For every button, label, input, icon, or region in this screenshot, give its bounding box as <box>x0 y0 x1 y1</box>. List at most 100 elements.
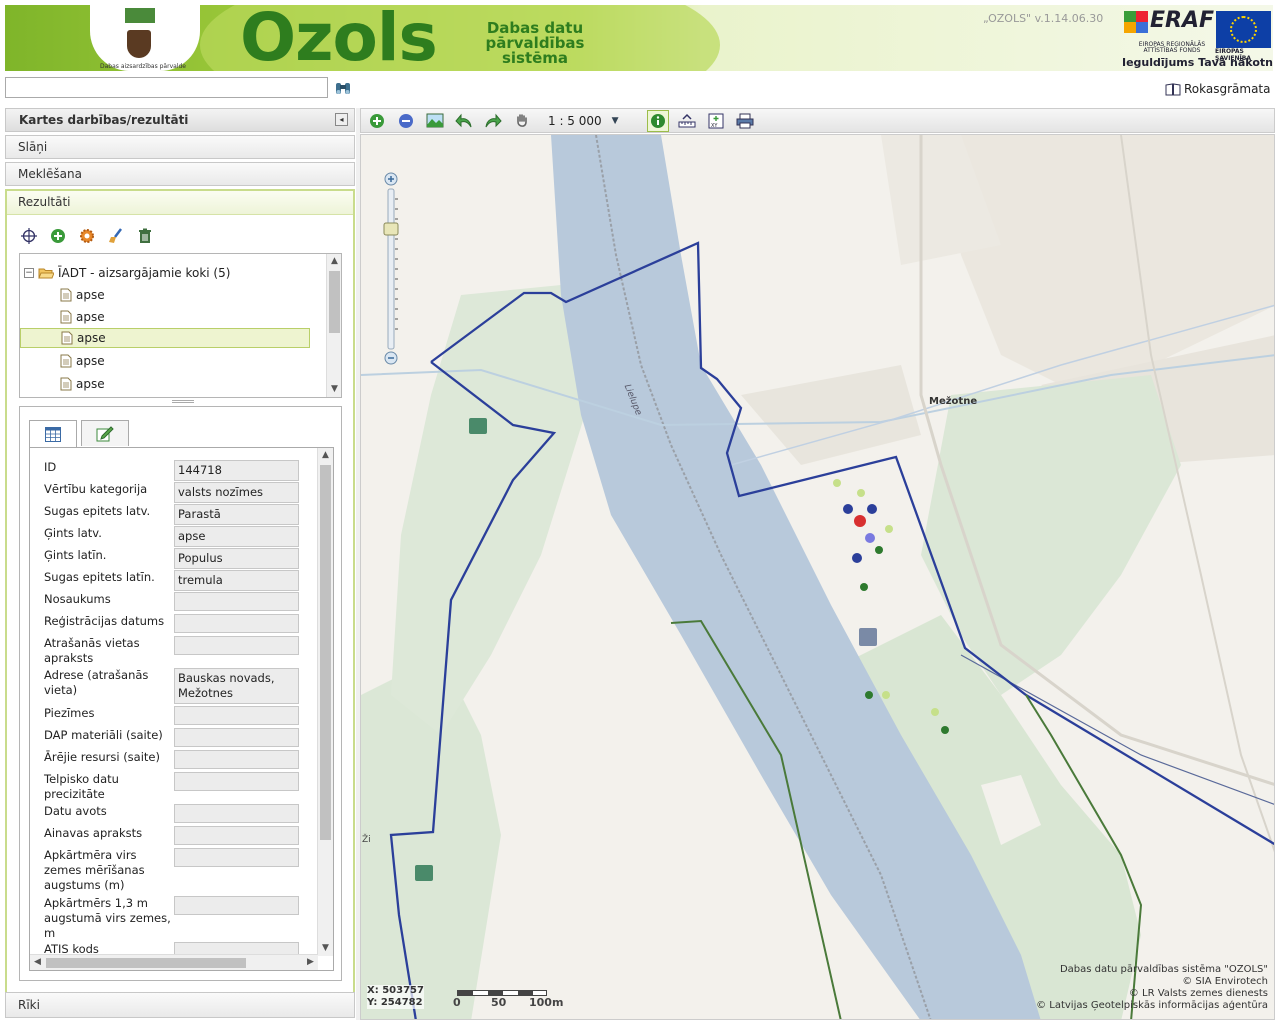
attribute-label: Sugas epitets latīn. <box>44 570 155 584</box>
attribute-label: Ģints latv. <box>44 526 102 540</box>
attribute-value[interactable] <box>174 848 299 867</box>
map-graphics <box>361 135 1274 1019</box>
binoculars-search-icon[interactable] <box>334 79 352 97</box>
table-icon <box>45 426 61 442</box>
credit-line: © SIA Envirotech <box>1182 976 1268 987</box>
section-tools[interactable]: Rīki <box>5 992 355 1018</box>
tree-item[interactable]: apse <box>60 307 307 327</box>
coord-y: Y: 254782 <box>367 997 423 1008</box>
collapse-panel-button[interactable]: ◂ <box>335 113 348 126</box>
document-icon <box>60 288 72 302</box>
attribute-label: Vērtību kategorija <box>44 482 148 496</box>
attribute-value[interactable] <box>174 728 299 747</box>
header-banner: Dabas aizsardzības pārvalde Ozols Dabas … <box>5 5 1273 71</box>
attribute-value[interactable] <box>174 750 299 769</box>
attribute-value[interactable]: tremula <box>174 570 299 591</box>
tree-group[interactable]: − ĪADT - aizsargājamie koki (5) <box>24 263 230 283</box>
tab-edit[interactable] <box>81 420 129 446</box>
attributes-hscrollbar[interactable]: ◀ ▶ <box>30 954 318 970</box>
attribute-label: Sugas epitets latv. <box>44 504 151 518</box>
map-credits: Dabas datu pārvaldības sistēma "OZOLS" ©… <box>1036 964 1268 1012</box>
document-icon <box>61 331 73 345</box>
pane-resize-handle[interactable] <box>172 400 194 403</box>
attribute-value[interactable] <box>174 826 299 845</box>
add-icon[interactable] <box>48 226 68 246</box>
tab-attributes[interactable] <box>29 420 77 447</box>
section-layers[interactable]: Slāņi <box>5 135 355 159</box>
scroll-thumb[interactable] <box>320 465 331 840</box>
info-icon[interactable] <box>646 109 669 132</box>
search-input[interactable] <box>5 77 328 98</box>
full-extent-icon[interactable] <box>424 110 446 132</box>
detail-tabs <box>29 420 129 447</box>
attribute-value[interactable]: Populus <box>174 548 299 569</box>
attribute-label: DAP materiāli (saite) <box>44 728 163 742</box>
forward-arrow-icon[interactable] <box>482 110 504 132</box>
attribute-label: Telpisko datu precizitāte <box>44 772 119 801</box>
attribute-value[interactable]: valsts nozīmes <box>174 482 299 503</box>
coordinates-icon[interactable]: XY <box>705 110 727 132</box>
tree-item-label: apse <box>76 377 105 391</box>
attribute-label: Apkārtmērs 1,3 m augstumā virs zemes, m <box>44 896 171 940</box>
section-search[interactable]: Meklēšana <box>5 162 355 186</box>
pan-hand-icon[interactable] <box>511 110 533 132</box>
document-icon <box>60 377 72 391</box>
results-title[interactable]: Rezultāti <box>7 191 353 215</box>
left-panel: Kartes darbības/rezultāti ◂ Slāņi Meklēš… <box>5 108 355 1020</box>
attribute-value[interactable] <box>174 592 299 611</box>
scroll-down-arrow-icon[interactable]: ▼ <box>327 382 341 397</box>
manual-link[interactable]: Rokasgrāmata <box>1165 82 1271 96</box>
zoom-in-icon[interactable] <box>366 110 388 132</box>
scroll-up-arrow-icon[interactable]: ▲ <box>327 254 341 269</box>
attributes-scrollbar[interactable]: ▲ ▼ <box>317 448 333 956</box>
attribute-value[interactable]: 144718 <box>174 460 299 481</box>
place-label: Mežotne <box>929 396 978 407</box>
tree-scrollbar[interactable]: ▲ ▼ <box>326 254 341 397</box>
scroll-right-arrow-icon[interactable]: ▶ <box>303 955 318 970</box>
settings-icon[interactable] <box>77 226 97 246</box>
attribute-value[interactable] <box>174 614 299 633</box>
locate-icon[interactable] <box>19 226 39 246</box>
attribute-value[interactable] <box>174 772 299 791</box>
zoom-out-icon[interactable] <box>395 110 417 132</box>
measure-icon[interactable] <box>676 110 698 132</box>
zoom-slider[interactable] <box>383 171 401 366</box>
map-canvas[interactable]: Mežotne Lielupe Ži X: 503757 Y: 254782 0… <box>360 134 1275 1020</box>
attribute-value[interactable] <box>174 896 299 915</box>
clear-icon[interactable] <box>106 226 126 246</box>
delete-icon[interactable] <box>135 226 155 246</box>
attribute-value[interactable] <box>174 804 299 823</box>
collapse-toggle-icon[interactable]: − <box>24 268 34 278</box>
attribute-value[interactable]: Bauskas novads, Mežotnes <box>174 668 299 704</box>
attribute-value[interactable] <box>174 636 299 655</box>
back-arrow-icon[interactable] <box>453 110 475 132</box>
print-icon[interactable] <box>734 110 756 132</box>
attribute-label: Ainavas apraksts <box>44 826 143 840</box>
tree-item-selected[interactable]: apse <box>20 328 310 348</box>
scale-select[interactable]: 1 : 5 000 ▼ <box>548 114 619 128</box>
crest-icon <box>127 30 151 58</box>
attribute-label: Nosaukums <box>44 592 111 606</box>
scroll-thumb[interactable] <box>46 958 246 968</box>
attribute-value[interactable]: Parastā <box>174 504 299 525</box>
eraf-subtitle: EIROPAS REĢIONĀLĀS ATTĪSTĪBAS FONDS <box>1138 41 1206 54</box>
credit-line: © LR Valsts zemes dienests <box>1128 988 1268 999</box>
attribute-label: ID <box>44 460 57 474</box>
scroll-down-arrow-icon[interactable]: ▼ <box>318 941 333 956</box>
version-label: „OZOLS" v.1.14.06.30 <box>983 12 1104 25</box>
tree-item[interactable]: apse <box>60 351 307 371</box>
tree-item[interactable]: apse <box>60 374 307 394</box>
eu-flag-icon <box>1216 11 1271 48</box>
scroll-left-arrow-icon[interactable]: ◀ <box>30 955 45 970</box>
attribute-value[interactable]: apse <box>174 526 299 547</box>
attribute-value[interactable] <box>174 706 299 725</box>
eu-caption: EIROPAS SAVIENĪBA <box>1215 48 1252 62</box>
panel-title: Kartes darbības/rezultāti ◂ <box>5 108 355 132</box>
tree-item[interactable]: apse <box>60 285 307 305</box>
scroll-up-arrow-icon[interactable]: ▲ <box>318 448 333 463</box>
attribute-list: ID 144718 Vērtību kategorija valsts nozīmes… <box>29 447 334 971</box>
scroll-thumb[interactable] <box>329 271 340 333</box>
results-toolbar <box>19 226 155 246</box>
panel-title-label: Kartes darbības/rezultāti <box>19 113 189 127</box>
attribute-label: Adrese (atrašanās vieta) <box>44 668 149 697</box>
